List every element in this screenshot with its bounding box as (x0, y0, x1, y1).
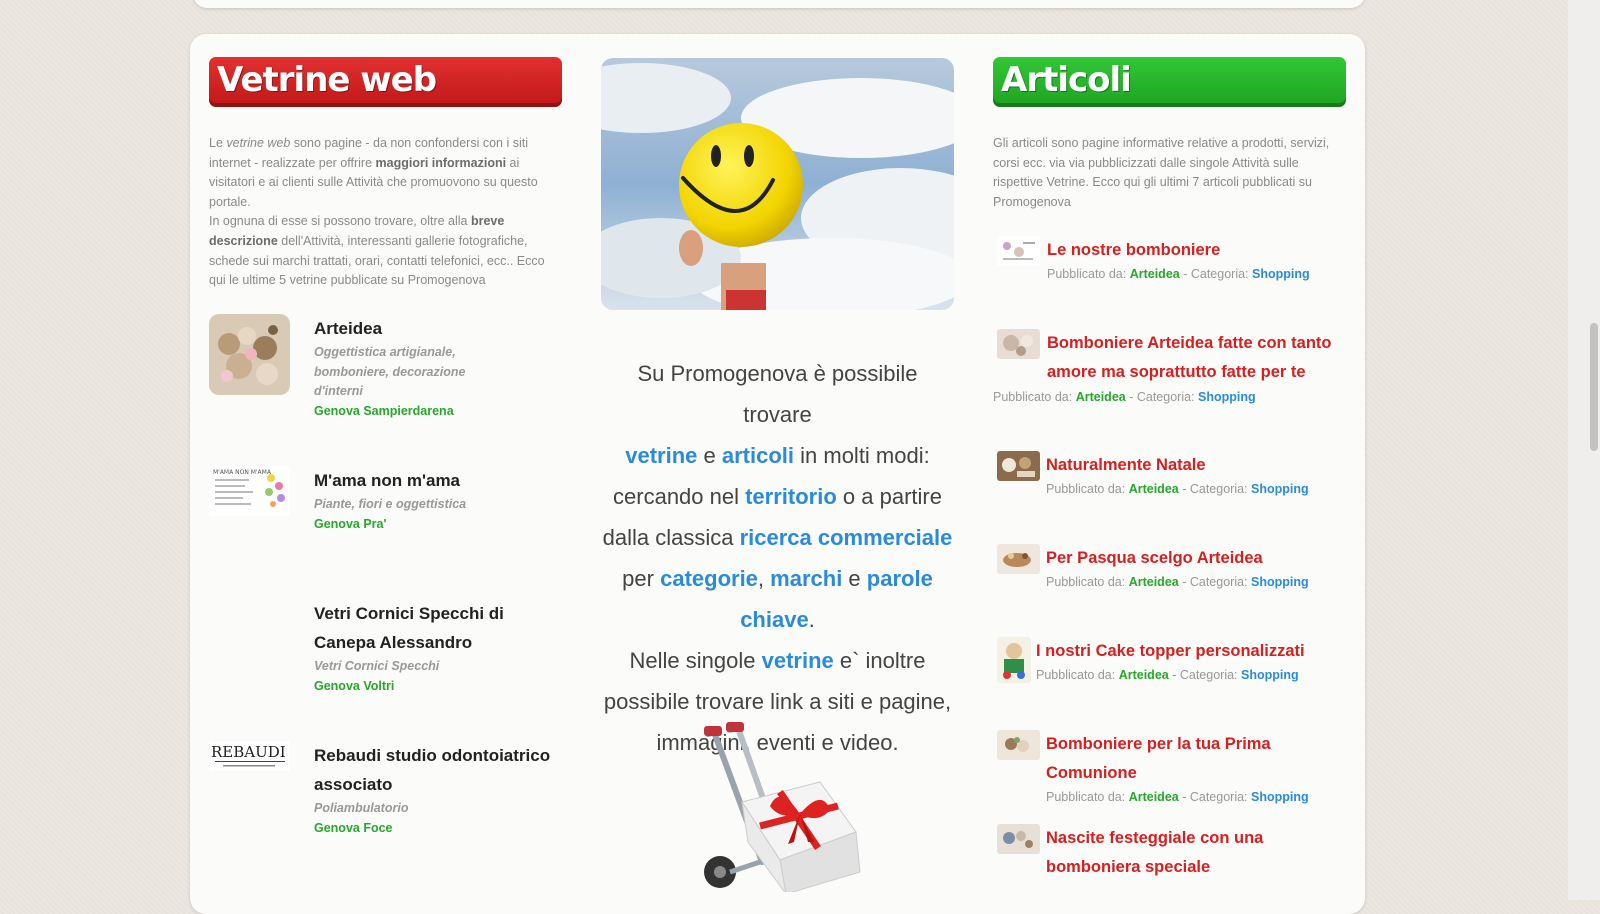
article-thumbnail[interactable] (997, 824, 1040, 854)
article-author[interactable]: Arteidea (1076, 390, 1126, 404)
page-scrollbar[interactable] (1568, 0, 1600, 900)
article-meta: Pubblicato da: Arteidea - Categoria: Sho… (1036, 666, 1356, 684)
article-author[interactable]: Arteidea (1129, 482, 1179, 496)
article-author[interactable]: Arteidea (1129, 575, 1179, 589)
article-thumbnail[interactable] (997, 637, 1031, 683)
vetrine-web-title: Vetrine web (217, 60, 437, 100)
published-by-label: Pubblicato da: (1046, 790, 1129, 804)
published-by-label: Pubblicato da: (1036, 668, 1119, 682)
center-text: , (757, 566, 771, 591)
published-by-label: Pubblicato da: (1047, 267, 1130, 281)
vetrina-description: Poliambulatorio (314, 801, 409, 815)
link-ricerca-commerciale[interactable]: ricerca commerciale (740, 525, 953, 550)
article-thumbnail[interactable] (997, 329, 1040, 359)
scrollbar-thumb[interactable] (1590, 323, 1598, 451)
category-label: - Categoria: (1179, 267, 1252, 281)
article-thumbnail[interactable] (997, 544, 1040, 574)
article-author[interactable]: Arteidea (1129, 790, 1179, 804)
vetrina-name[interactable]: Vetri Cornici Specchi di Canepa Alessand… (314, 599, 554, 657)
category-label: - Categoria: (1125, 390, 1198, 404)
vetrina-location[interactable]: Genova Sampierdarena (314, 402, 554, 422)
article-meta: Pubblicato da: Arteidea - Categoria: Sho… (1046, 480, 1356, 498)
article-category[interactable]: Shopping (1241, 668, 1299, 682)
article-thumbnail[interactable] (997, 451, 1040, 481)
article-category[interactable]: Shopping (1251, 482, 1309, 496)
center-description: Su Promogenova è possibile trovare vetri… (601, 353, 954, 763)
article-thumbnail[interactable] (997, 236, 1040, 266)
vetrina-description: Piante, fiori e oggettistica (314, 497, 467, 511)
published-by-label: Pubblicato da: (1046, 575, 1129, 589)
link-vetrine[interactable]: vetrine (625, 443, 697, 468)
article-category[interactable]: Shopping (1251, 575, 1309, 589)
category-label: - Categoria: (1168, 668, 1241, 682)
vetrina-description: Oggettistica artigianale, bomboniere, de… (314, 345, 466, 398)
link-marchi[interactable]: marchi (770, 566, 842, 591)
article-title[interactable]: Per Pasqua scelgo Arteidea (1046, 544, 1356, 573)
center-text: . (808, 607, 815, 632)
arteidea-thumbnail[interactable] (209, 314, 290, 395)
article-category[interactable]: Shopping (1252, 267, 1310, 281)
mama-logo-text: M'AMA NON M'AMA (213, 469, 272, 476)
article-category[interactable]: Shopping (1251, 790, 1309, 804)
vetrina-name[interactable]: Rebaudi studio odontoiatrico associato (314, 741, 554, 799)
published-by-label: Pubblicato da: (1046, 482, 1129, 496)
published-by-label: Pubblicato da: (993, 390, 1076, 404)
vetrina-location[interactable]: Genova Pra' (314, 515, 554, 535)
intro-em: vetrine web (226, 136, 291, 150)
vetrine-intro: Le vetrine web sono pagine - da non conf… (209, 134, 559, 291)
center-text: Nelle singole (629, 648, 762, 673)
article-category[interactable]: Shopping (1198, 390, 1256, 404)
articoli-title: Articoli (1001, 60, 1132, 100)
article-author[interactable]: Arteidea (1119, 668, 1169, 682)
article-meta: Pubblicato da: Arteidea - Categoria: Sho… (993, 388, 1353, 406)
rebaudi-logo-text: REBAUDI (211, 743, 286, 761)
vetrina-location[interactable]: Genova Voltri (314, 677, 554, 697)
article-title[interactable]: I nostri Cake topper personalizzati (1036, 637, 1356, 666)
center-text: e (842, 566, 867, 591)
article-title[interactable]: Nascite festeggiale con una bomboniera s… (1046, 824, 1356, 882)
vetrina-description: Vetri Cornici Specchi (314, 659, 440, 673)
intro-bold: maggiori informazioni (375, 155, 507, 170)
article-title[interactable]: Bomboniere per la tua Prima Comunione (1046, 730, 1356, 788)
center-text: e (697, 443, 722, 468)
intro-text: In ognuna di esse si possono trovare, ol… (209, 214, 471, 229)
article-title[interactable]: Bomboniere Arteidea fatte con tanto amor… (1047, 329, 1347, 387)
vetrina-location[interactable]: Genova Foce (314, 819, 554, 839)
intro-text: Le (209, 136, 227, 150)
article-meta: Pubblicato da: Arteidea - Categoria: Sho… (1046, 788, 1356, 806)
center-text: Su Promogenova è possibile trovare (637, 361, 918, 427)
link-territorio[interactable]: territorio (745, 484, 837, 509)
link-categorie[interactable]: categorie (660, 566, 758, 591)
category-label: - Categoria: (1178, 790, 1251, 804)
articoli-intro: Gli articoli sono pagine informative rel… (993, 136, 1330, 209)
hand-truck-gift-image (690, 722, 870, 895)
link-articoli[interactable]: articoli (722, 443, 794, 468)
top-card (193, 0, 1365, 8)
article-title[interactable]: Le nostre bomboniere (1047, 236, 1357, 265)
category-label: - Categoria: (1178, 482, 1251, 496)
rebaudi-thumbnail[interactable]: REBAUDI (209, 741, 290, 771)
vetrina-name[interactable]: Arteidea (314, 314, 554, 343)
mama-non-mama-thumbnail[interactable]: M'AMA NON M'AMA (209, 466, 290, 516)
article-meta: Pubblicato da: Arteidea - Categoria: Sho… (1046, 573, 1356, 591)
smiley-balloon-image (601, 58, 954, 310)
vetrina-name[interactable]: M'ama non m'ama (314, 466, 554, 495)
category-label: - Categoria: (1178, 575, 1251, 589)
center-text: per (622, 566, 661, 591)
link-vetrine-singole[interactable]: vetrine (762, 648, 834, 673)
article-meta: Pubblicato da: Arteidea - Categoria: Sho… (1047, 265, 1357, 283)
vetrine-web-heading: Vetrine web (209, 57, 562, 107)
article-thumbnail[interactable] (997, 730, 1040, 760)
article-title[interactable]: Naturalmente Natale (1046, 451, 1356, 480)
articoli-heading: Articoli (993, 57, 1346, 107)
article-author[interactable]: Arteidea (1130, 267, 1180, 281)
